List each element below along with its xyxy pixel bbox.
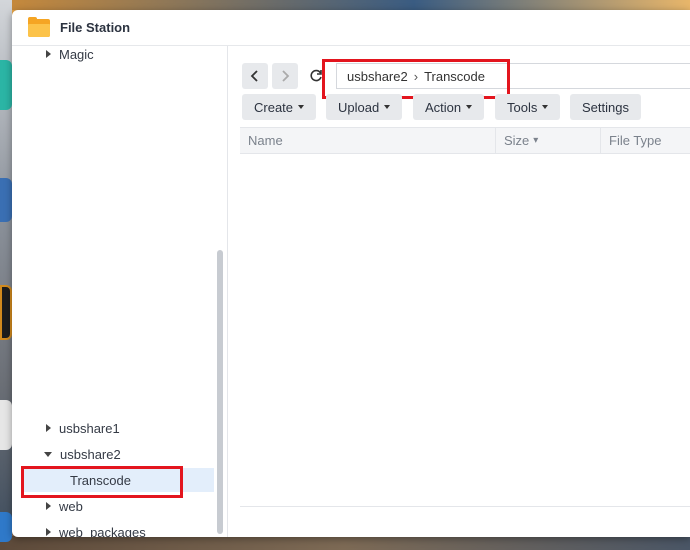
window-titlebar[interactable]: File Station	[12, 10, 690, 46]
tree-item-web-packages[interactable]: web_packages	[46, 520, 146, 537]
settings-label: Settings	[582, 99, 629, 115]
tree-item-label: usbshare1	[59, 420, 120, 436]
tree-item-label: Magic	[59, 46, 94, 62]
column-header-size[interactable]: Size ▾	[496, 128, 601, 153]
upload-button[interactable]: Upload	[326, 94, 403, 120]
sidebar-scrollbar[interactable]	[217, 250, 223, 534]
caret-down-icon	[542, 105, 549, 109]
desktop-app-icon[interactable]	[0, 60, 12, 110]
column-header-file-type[interactable]: File Type	[601, 128, 690, 153]
desktop-app-icon[interactable]	[0, 285, 12, 340]
desktop-background-bottom	[0, 536, 690, 550]
tree-item-label: web_packages	[59, 524, 146, 538]
tree-item-label: usbshare2	[60, 446, 121, 462]
column-header-name[interactable]: Name	[240, 128, 496, 153]
window-title: File Station	[60, 20, 131, 35]
desktop-app-icon[interactable]	[0, 512, 12, 542]
caret-right-icon[interactable]	[46, 528, 51, 536]
caret-right-icon[interactable]	[46, 502, 51, 510]
annotation-highlight-path	[322, 59, 510, 99]
tools-button[interactable]: Tools	[495, 94, 561, 120]
create-button[interactable]: Create	[242, 94, 317, 120]
back-button[interactable]	[242, 63, 268, 89]
folder-icon	[28, 16, 50, 37]
column-label: File Type	[609, 133, 662, 148]
desktop-app-icon[interactable]	[0, 400, 12, 450]
action-label: Action	[425, 99, 462, 115]
tree-item-label: web	[59, 498, 83, 514]
settings-button[interactable]: Settings	[570, 94, 641, 120]
sort-icon: ▾	[533, 135, 539, 146]
caret-right-icon[interactable]	[46, 50, 51, 58]
column-label: Name	[248, 133, 283, 148]
chevron-left-icon	[250, 70, 258, 82]
action-button[interactable]: Action	[413, 94, 485, 120]
tree-item-magic[interactable]: Magic	[46, 42, 94, 66]
chevron-right-icon	[282, 70, 290, 82]
file-list-footer	[240, 506, 690, 507]
desktop-app-icon[interactable]	[0, 178, 12, 222]
create-label: Create	[254, 99, 294, 115]
caret-down-icon	[466, 105, 473, 109]
column-label: Size	[504, 133, 530, 148]
file-browser-main: usbshare2 › Transcode Create Upload Acti…	[228, 46, 690, 537]
tree-item-usbshare2[interactable]: usbshare2	[44, 442, 121, 466]
upload-label: Upload	[338, 99, 380, 115]
file-station-window: File Station Magic usbshare1 usbshare2 T…	[12, 10, 690, 537]
caret-right-icon[interactable]	[46, 424, 51, 432]
forward-button[interactable]	[272, 63, 298, 89]
file-list-header: Name Size ▾ File Type	[240, 127, 690, 154]
annotation-highlight-transcode	[21, 466, 183, 498]
caret-down-icon	[298, 105, 305, 109]
desktop-background-top	[0, 0, 690, 10]
caret-down-icon[interactable]	[44, 451, 52, 457]
caret-down-icon	[384, 105, 391, 109]
sidebar-tree: Magic usbshare1 usbshare2 Transcode web …	[12, 46, 228, 537]
tree-item-usbshare1[interactable]: usbshare1	[46, 416, 120, 440]
tools-label: Tools	[507, 99, 538, 115]
refresh-icon	[310, 69, 322, 82]
